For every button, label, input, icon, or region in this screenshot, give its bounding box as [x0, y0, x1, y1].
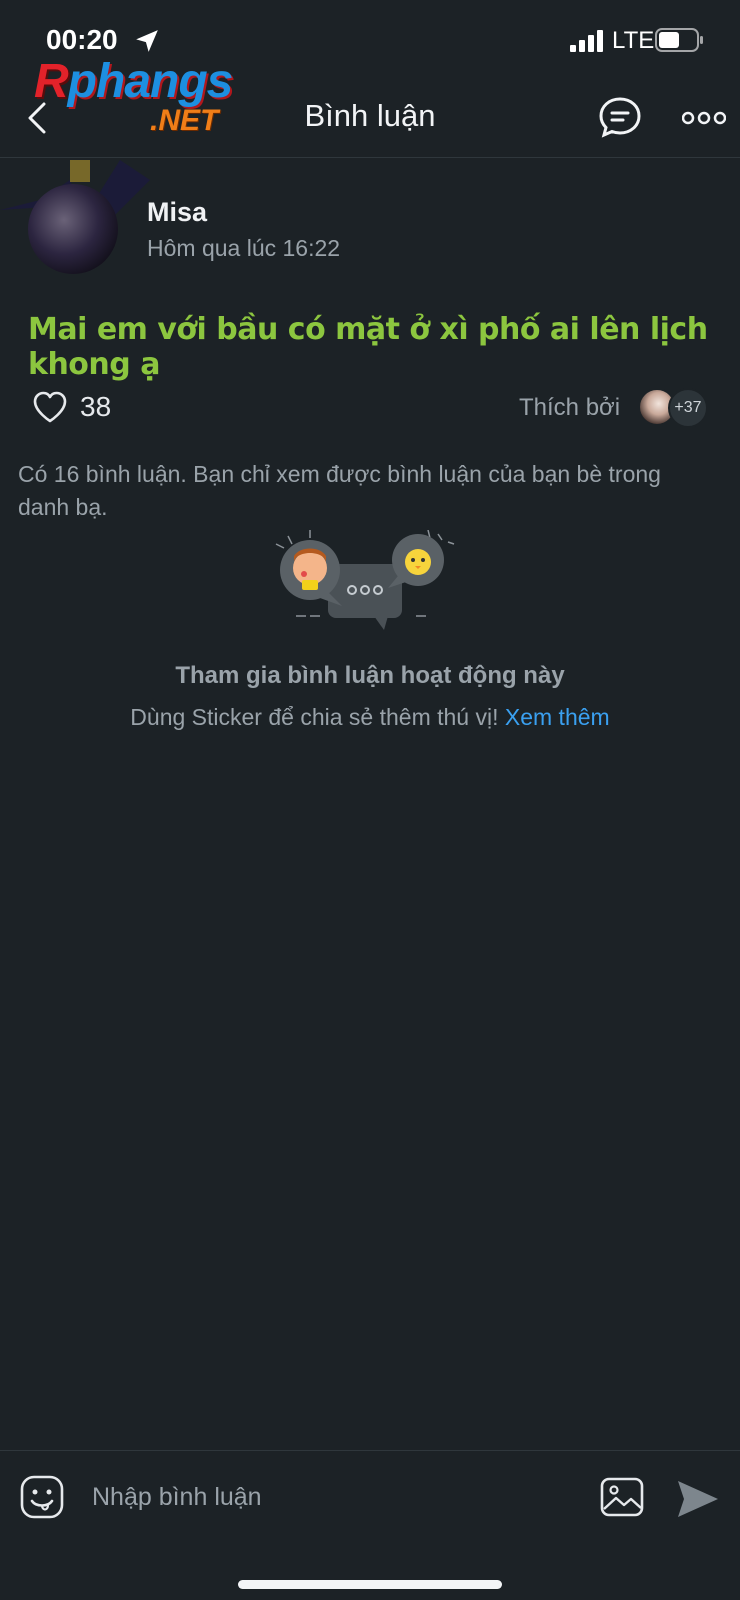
battery-icon	[655, 28, 703, 52]
author-avatar[interactable]	[28, 184, 118, 274]
status-time: 00:20	[46, 24, 118, 55]
post-content: Mai em với bầu có mặt ở xì phố ai lên lị…	[28, 312, 708, 382]
more-dots-icon[interactable]	[682, 108, 726, 128]
chat-bubble-icon[interactable]	[598, 96, 642, 138]
top-nav-bar: Bình luận	[0, 80, 740, 158]
comment-info-text: Có 16 bình luận. Bạn chỉ xem được bình l…	[18, 461, 661, 520]
empty-state-title: Tham gia bình luận hoạt động này	[175, 662, 565, 689]
send-icon[interactable]	[676, 1479, 720, 1519]
home-indicator[interactable]	[238, 1580, 502, 1589]
comment-input-bar	[0, 1450, 740, 1550]
liker-more-badge[interactable]: +37	[668, 388, 708, 428]
see-more-link[interactable]: Xem thêm	[505, 704, 610, 730]
location-arrow-icon	[136, 30, 158, 52]
post-author[interactable]: Misa	[147, 197, 207, 228]
sticker-icon[interactable]	[20, 1475, 64, 1519]
sticker-chat-illustration-icon	[275, 530, 455, 630]
empty-state-subtitle: Dùng Sticker để chia sẻ thêm thú vị! Xem…	[0, 704, 740, 731]
image-icon[interactable]	[600, 1477, 644, 1517]
network-type: LTE	[612, 27, 655, 54]
like-count: 38	[80, 391, 112, 422]
signal-bars-icon	[570, 30, 603, 52]
liked-by-label[interactable]: Thích bởi	[519, 394, 620, 422]
post-timestamp: Hôm qua lúc 16:22	[147, 235, 341, 261]
heart-icon[interactable]	[32, 390, 68, 424]
comment-input[interactable]	[92, 1477, 562, 1517]
empty-state-text: Dùng Sticker để chia sẻ thêm thú vị!	[130, 704, 499, 730]
